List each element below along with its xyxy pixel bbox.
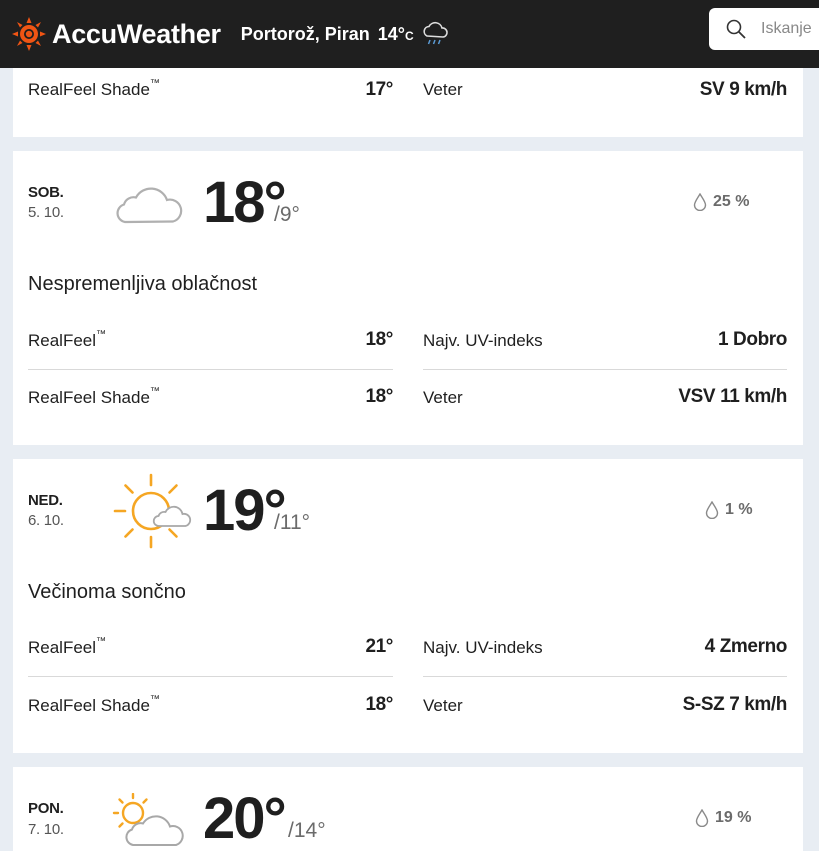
low-temp: /9° <box>274 203 300 226</box>
divider <box>423 676 787 677</box>
wind-value: S-SZ 7 km/h <box>682 694 788 715</box>
divider <box>28 369 393 370</box>
precipitation: 19 % <box>695 809 751 827</box>
day-date: 5. 10. <box>28 204 64 221</box>
forecast-card[interactable]: NED. 6. 10. 19° /11° 1 % Večinoma sončno… <box>13 459 803 753</box>
realfeel-shade-label: RealFeel Shade <box>28 80 150 99</box>
uv-label: Najv. UV-indeks <box>423 331 543 350</box>
wind-label: Veter <box>423 696 463 715</box>
divider <box>423 369 787 370</box>
detail-label: RealFeel™ <box>28 329 107 350</box>
low-temp: /11° <box>274 511 311 534</box>
high-temp: 19° <box>203 478 287 543</box>
precipitation: 1 % <box>705 501 753 519</box>
brand-logo[interactable]: AccuWeather <box>12 17 221 51</box>
temp-unit: C <box>405 28 414 43</box>
current-location[interactable]: Portorož, Piran 14°C <box>241 19 450 49</box>
low-temp: /14° <box>288 819 326 842</box>
realfeel-shade-label: RealFeel Shade <box>28 388 150 407</box>
wind-value: SV 9 km/h <box>699 79 788 100</box>
weather-phrase: Nespremenljiva oblačnost <box>28 273 258 295</box>
forecast-card-partial[interactable]: RealFeel Shade™ 17° Veter SV 9 km/h <box>13 68 803 137</box>
realfeel-shade-label: RealFeel Shade <box>28 696 150 715</box>
weather-phrase: Večinoma sončno <box>28 581 186 603</box>
uv-label: Najv. UV-indeks <box>423 638 543 657</box>
accuweather-sun-icon <box>12 17 46 51</box>
brand-name: AccuWeather <box>52 18 221 49</box>
current-temp: 14°C <box>378 24 414 45</box>
location-name: Portorož, Piran <box>240 23 370 44</box>
day-name: NED. <box>28 492 63 509</box>
precipitation: 25 % <box>693 193 749 211</box>
uv-value: 1 Dobro <box>718 329 787 350</box>
wind-value: VSV 11 km/h <box>678 386 787 407</box>
precip-value: 25 % <box>713 193 750 210</box>
precip-value: 1 % <box>725 501 753 518</box>
forecast-card[interactable]: SOB. 5. 10. 18° /9° 25 % Nespremenljiva … <box>13 151 803 445</box>
raindrop-icon <box>705 501 719 519</box>
realfeel-shade-value: 17° <box>365 79 393 100</box>
realfeel-label: RealFeel <box>28 331 97 350</box>
top-header: AccuWeather Portorož, Piran 14°C Iskanje <box>0 0 819 68</box>
realfeel-label: RealFeel <box>28 638 97 657</box>
detail-label: RealFeel Shade™ <box>28 386 160 407</box>
day-name: PON. <box>28 800 64 817</box>
raindrop-icon <box>695 809 709 827</box>
day-date: 7. 10. <box>28 821 64 838</box>
wind-label: Veter <box>423 80 463 99</box>
mostly-sunny-icon <box>113 473 192 549</box>
detail-label: RealFeel™ <box>28 636 107 657</box>
forecast-card[interactable]: PON. 7. 10. 20° /14° 19 % <box>13 767 803 851</box>
high-temp: 18° <box>203 170 287 235</box>
partly-sunny-icon <box>112 793 184 846</box>
raindrop-icon <box>693 193 707 211</box>
day-date: 6. 10. <box>28 512 64 529</box>
current-temp-value: 14° <box>377 23 406 44</box>
uv-value: 4 Zmerno <box>704 636 788 657</box>
rain-cloud-icon <box>423 21 448 45</box>
detail-label: RealFeel Shade™ <box>28 694 160 715</box>
realfeel-shade-value: 18° <box>365 386 393 407</box>
wind-label: Veter <box>423 388 463 407</box>
realfeel-value: 18° <box>365 329 393 350</box>
day-name: SOB. <box>28 184 64 201</box>
realfeel-shade-value: 18° <box>365 694 393 715</box>
search-icon <box>726 19 746 39</box>
cloud-icon <box>116 187 183 224</box>
precip-value: 19 % <box>715 809 752 826</box>
search-box[interactable]: Iskanje <box>709 8 819 50</box>
search-placeholder: Iskanje <box>761 20 812 37</box>
realfeel-value: 21° <box>365 636 393 657</box>
detail-label: RealFeel Shade™ <box>28 78 160 99</box>
high-temp: 20° <box>203 786 287 851</box>
divider <box>28 676 393 677</box>
